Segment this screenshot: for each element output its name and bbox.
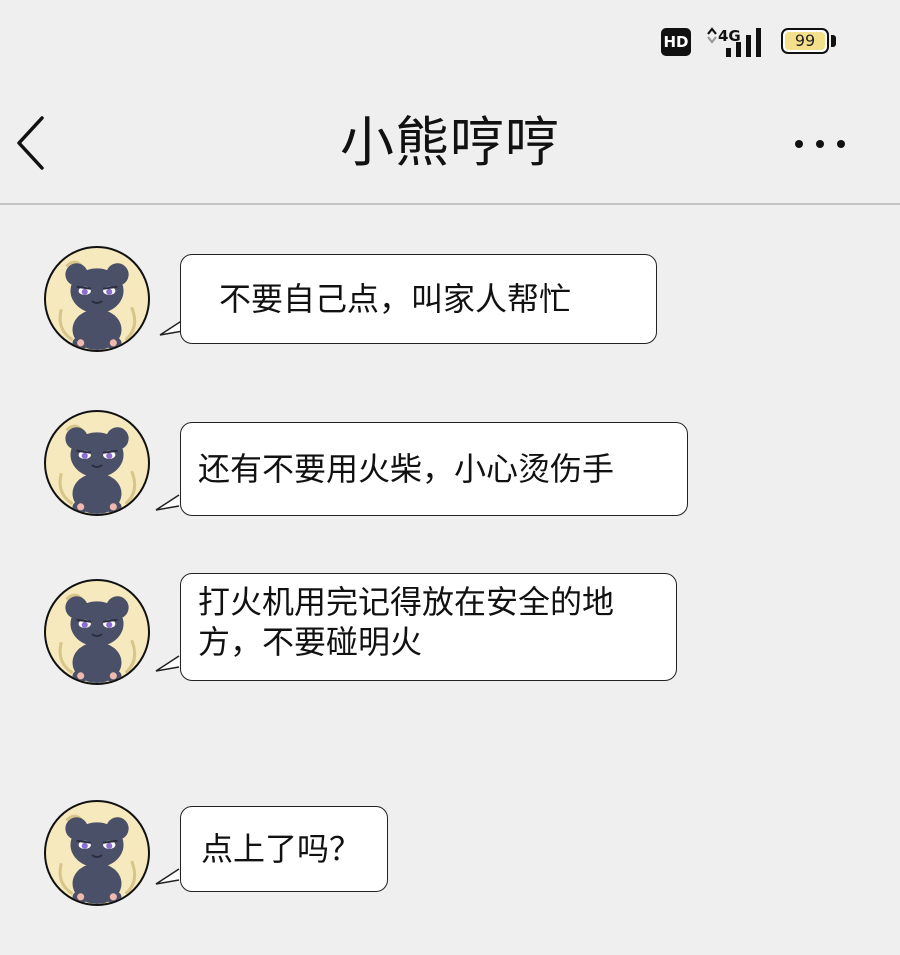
more-dot <box>816 140 824 148</box>
more-dot <box>837 140 845 148</box>
chat-header: 小熊哼哼 <box>0 80 900 205</box>
bear-avatar[interactable] <box>44 410 150 516</box>
message-text: 不要自己点，叫家人帮忙 <box>219 280 572 318</box>
bubble-tail <box>155 655 180 672</box>
bubble-tail <box>155 868 180 885</box>
bear-avatar[interactable] <box>44 800 150 906</box>
bear-avatar[interactable] <box>44 579 150 685</box>
more-button[interactable] <box>790 132 852 156</box>
message-text: 还有不要用火柴，小心烫伤手 <box>198 450 615 488</box>
bubble-tail <box>155 494 180 511</box>
message-text: 点上了吗？ <box>201 830 362 868</box>
hd-icon: HD <box>661 28 691 56</box>
message-bubble[interactable]: 点上了吗？ <box>180 806 388 892</box>
bear-avatar[interactable] <box>44 246 150 352</box>
battery-level: 99 <box>794 31 816 50</box>
signal-icon: 4G <box>704 24 764 60</box>
more-dot <box>795 140 803 148</box>
message-text: 打火机用完记得放在安全的地方，不要碰明火 <box>198 583 615 661</box>
message-bubble[interactable]: 还有不要用火柴，小心烫伤手 <box>180 422 688 516</box>
message-bubble[interactable]: 打火机用完记得放在安全的地方，不要碰明火 <box>180 573 677 681</box>
status-bar: HD 4G 99 <box>0 0 900 80</box>
battery-icon: 99 <box>781 28 829 54</box>
battery-tip <box>831 35 836 47</box>
chat-title: 小熊哼哼 <box>340 111 560 174</box>
message-bubble[interactable]: 不要自己点，叫家人帮忙 <box>180 254 657 344</box>
